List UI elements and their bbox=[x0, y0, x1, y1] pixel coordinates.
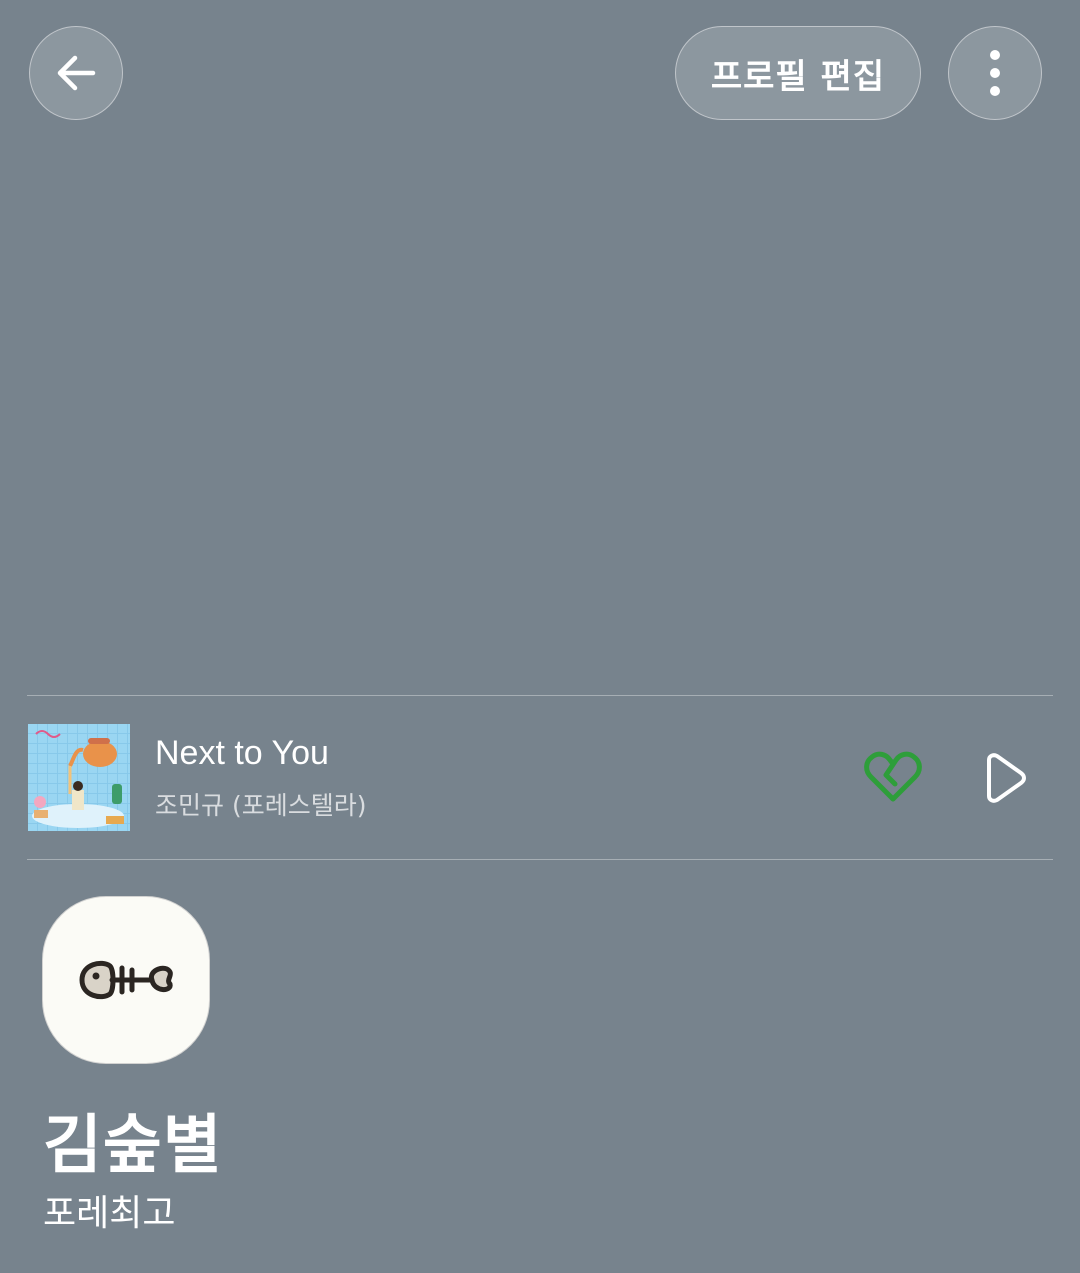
profile-name: 김숲별 bbox=[43, 1109, 223, 1183]
profile-avatar[interactable] bbox=[42, 896, 210, 1064]
arrow-left-icon bbox=[57, 55, 96, 91]
album-art[interactable] bbox=[28, 724, 130, 831]
status-message: 포레최고 bbox=[43, 1193, 176, 1234]
more-vertical-icon bbox=[990, 50, 1000, 96]
edit-profile-button[interactable]: 프로필 편집 bbox=[675, 26, 921, 120]
back-button[interactable] bbox=[29, 26, 123, 120]
album-art-image bbox=[28, 724, 130, 831]
song-title: Next to You bbox=[155, 734, 329, 772]
play-icon bbox=[987, 753, 1026, 803]
heart-broken-icon bbox=[864, 751, 922, 802]
like-button[interactable] bbox=[859, 746, 927, 808]
song-artist: 조민규 (포레스텔라) bbox=[155, 791, 367, 820]
profile-music-row[interactable]: Next to You 조민규 (포레스텔라) bbox=[27, 696, 1053, 859]
play-button[interactable] bbox=[977, 750, 1033, 806]
fish-bone-icon bbox=[79, 960, 173, 1000]
divider-bottom bbox=[27, 859, 1053, 860]
more-options-button[interactable] bbox=[948, 26, 1042, 120]
